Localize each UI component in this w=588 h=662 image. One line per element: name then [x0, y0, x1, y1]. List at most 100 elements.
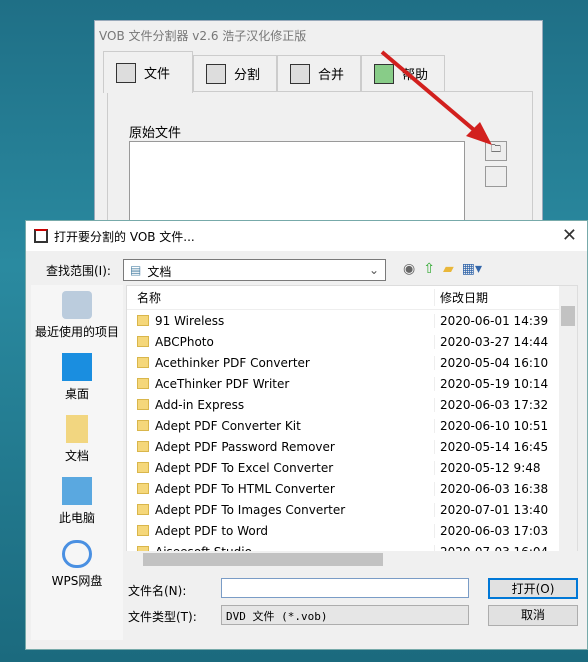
modified-date: 2020-06-03 17:32 — [434, 397, 560, 412]
tab-label: 合并 — [318, 68, 345, 83]
documents-icon — [66, 415, 88, 443]
help-icon — [374, 63, 394, 84]
place-recent[interactable]: 最近使用的项目 — [31, 291, 123, 340]
look-in-dropdown[interactable]: ▤ 文档 ⌄ — [123, 259, 386, 281]
filetype-select[interactable]: DVD 文件 (*.vob) — [221, 605, 469, 625]
file-name-cell: ABCPhoto — [127, 335, 434, 349]
place-wps-cloud[interactable]: WPS网盘 — [31, 540, 123, 589]
up-folder-icon[interactable]: ⇧ — [423, 261, 435, 277]
file-name-cell: 91 Wireless — [127, 314, 434, 328]
app-icon — [34, 229, 48, 243]
folder-icon — [137, 483, 149, 494]
folder-icon — [137, 420, 149, 431]
file-name-cell: Acethinker PDF Converter — [127, 356, 434, 370]
list-item[interactable]: Adept PDF To Images Converter 2020-07-01 … — [127, 499, 577, 520]
modified-date: 2020-06-10 10:51 — [434, 418, 560, 433]
place-label: 最近使用的项目 — [34, 325, 119, 339]
modified-date: 2020-06-03 16:38 — [434, 481, 560, 496]
folder-icon — [137, 462, 149, 473]
file-name-cell: Adept PDF To Excel Converter — [127, 461, 434, 475]
browse-folder-button[interactable]: 🗀 — [485, 141, 507, 161]
file-list: 名称 修改日期 91 Wireless 2020-06-01 14:39 ABCPho… — [126, 285, 578, 568]
open-folder-icon: 🗀 — [491, 144, 501, 155]
place-desktop[interactable]: 桌面 — [31, 353, 123, 402]
source-file-label: 原始文件 — [129, 126, 182, 141]
modified-date: 2020-05-14 16:45 — [434, 439, 560, 454]
filename-input[interactable] — [221, 578, 469, 598]
vob-splitter-window: VOB 文件分割器 v2.6 浩子汉化修正版 文件 分割 合并 帮助 原始文件 … — [94, 20, 543, 241]
column-name[interactable]: 名称 — [127, 289, 434, 306]
file-name-cell: Adept PDF Password Remover — [127, 440, 434, 454]
look-in-label: 查找范围(I): — [46, 264, 111, 278]
list-item[interactable]: Add-in Express 2020-06-03 17:32 — [127, 394, 577, 415]
place-label: WPS网盘 — [51, 574, 103, 588]
list-header: 名称 修改日期 — [127, 286, 577, 310]
tab-help[interactable]: 帮助 — [361, 55, 445, 91]
places-sidebar: 最近使用的项目 桌面 文档 此电脑 WPS网盘 — [31, 285, 123, 640]
place-computer[interactable]: 此电脑 — [31, 477, 123, 526]
dialog-titlebar: 打开要分割的 VOB 文件... — [26, 221, 587, 251]
tab-label: 分割 — [234, 68, 261, 83]
file-name: Adept PDF To Excel Converter — [155, 460, 334, 475]
remove-button[interactable] — [485, 166, 507, 187]
filetype-label: 文件类型(T): — [128, 610, 197, 624]
look-in-value: 文档 — [147, 265, 172, 279]
tab-file[interactable]: 文件 — [103, 51, 193, 93]
list-item[interactable]: Adept PDF To Excel Converter 2020-05-12 9… — [127, 457, 577, 478]
file-name: Acethinker PDF Converter — [155, 355, 310, 370]
file-name-cell: Adept PDF To HTML Converter — [127, 482, 434, 496]
file-name-cell: AceThinker PDF Writer — [127, 377, 434, 391]
new-folder-icon[interactable]: ▰ — [443, 261, 454, 277]
tab-label: 文件 — [144, 67, 171, 82]
folder-icon — [137, 441, 149, 452]
floppy-icon — [116, 62, 136, 83]
folder-icon — [137, 357, 149, 368]
cloud-icon — [62, 540, 92, 568]
folder-icon — [137, 504, 149, 515]
dialog-toolbar: ◉ ⇧ ▰ ▦▾ — [403, 261, 482, 277]
close-icon[interactable]: ✕ — [562, 225, 577, 246]
modified-date: 2020-05-12 9:48 — [434, 460, 560, 475]
modified-date: 2020-05-04 16:10 — [434, 355, 560, 370]
file-name: Add-in Express — [155, 397, 245, 412]
tab-label: 帮助 — [402, 68, 429, 83]
dialog-title: 打开要分割的 VOB 文件... — [54, 229, 195, 244]
file-name-cell: Add-in Express — [127, 398, 434, 412]
place-documents[interactable]: 文档 — [31, 415, 123, 464]
folder-icon — [137, 378, 149, 389]
open-button[interactable]: 打开(O) — [488, 578, 578, 599]
modified-date: 2020-05-19 10:14 — [434, 376, 560, 391]
place-label: 此电脑 — [58, 511, 95, 525]
list-item[interactable]: 91 Wireless 2020-06-01 14:39 — [127, 310, 577, 331]
place-label: 文档 — [64, 449, 89, 463]
list-item[interactable]: Adept PDF Password Remover 2020-05-14 16:… — [127, 436, 577, 457]
folder-icon — [137, 399, 149, 410]
vertical-scrollbar[interactable] — [559, 286, 577, 567]
tab-split[interactable]: 分割 — [193, 55, 277, 91]
column-date[interactable]: 修改日期 — [434, 289, 560, 306]
tab-merge[interactable]: 合并 — [277, 55, 361, 91]
cancel-button[interactable]: 取消 — [488, 605, 578, 626]
file-panel: 原始文件 🗀 — [107, 91, 533, 241]
horizontal-scrollbar[interactable] — [126, 551, 578, 568]
file-name-cell: Adept PDF To Images Converter — [127, 503, 434, 517]
file-name-cell: Adept PDF Converter Kit — [127, 419, 434, 433]
back-icon[interactable]: ◉ — [403, 261, 415, 277]
chevron-down-icon: ⌄ — [368, 263, 379, 277]
merge-icon — [290, 63, 310, 84]
view-menu-icon[interactable]: ▦▾ — [462, 261, 482, 277]
list-item[interactable]: Adept PDF to Word 2020-06-03 17:03 — [127, 520, 577, 541]
file-name: Adept PDF to Word — [155, 523, 269, 538]
list-item[interactable]: Acethinker PDF Converter 2020-05-04 16:10 — [127, 352, 577, 373]
file-name: 91 Wireless — [155, 313, 225, 328]
modified-date: 2020-03-27 14:44 — [434, 334, 560, 349]
list-item[interactable]: AceThinker PDF Writer 2020-05-19 10:14 — [127, 373, 577, 394]
list-item[interactable]: Adept PDF Converter Kit 2020-06-10 10:51 — [127, 415, 577, 436]
computer-icon — [62, 477, 92, 505]
file-name: Adept PDF Converter Kit — [155, 418, 301, 433]
list-item[interactable]: ABCPhoto 2020-03-27 14:44 — [127, 331, 577, 352]
modified-date: 2020-06-03 17:03 — [434, 523, 560, 538]
modified-date: 2020-06-01 14:39 — [434, 313, 560, 328]
list-item[interactable]: Adept PDF To HTML Converter 2020-06-03 16… — [127, 478, 577, 499]
modified-date: 2020-07-01 13:40 — [434, 502, 560, 517]
